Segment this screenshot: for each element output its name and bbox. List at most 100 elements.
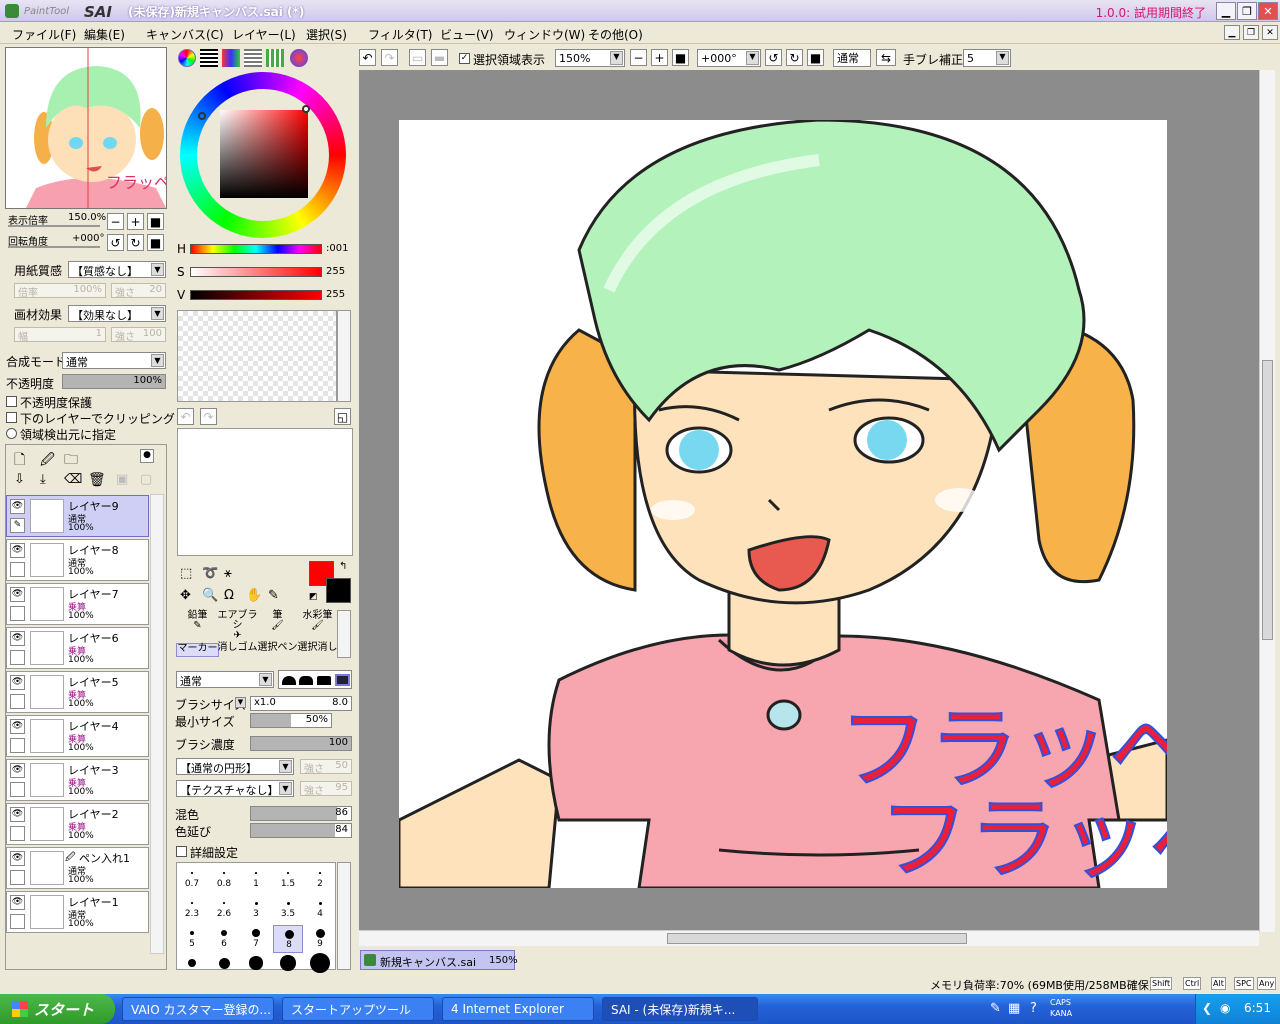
layer-lock-toggle[interactable] [10, 738, 25, 753]
layer-lock-toggle[interactable] [10, 650, 25, 665]
task-startup-tool[interactable]: スタートアップツール [282, 997, 434, 1021]
visibility-eye-icon[interactable]: 👁 [10, 543, 25, 558]
rotate-select[interactable]: +000° ▼ [697, 49, 761, 67]
layer-item[interactable]: 👁 ✎ レイヤー9 通常 100% [6, 495, 149, 537]
tray-expand-icon[interactable]: ❮ [1202, 1001, 1212, 1015]
mdi-restore-button[interactable]: ❐ [1243, 25, 1259, 40]
toolbar-zoom-out-button[interactable]: − [630, 49, 647, 66]
layer-item[interactable]: 👁 レイヤー3 乗算 100% [6, 759, 149, 801]
blend-select[interactable]: 通常 ▼ [62, 352, 166, 369]
hue-cursor-icon[interactable] [198, 112, 206, 120]
stretch-slider[interactable]: 84 [250, 823, 352, 838]
menu-other[interactable]: その他(O) [588, 26, 643, 43]
size-preset[interactable]: 3 [241, 895, 271, 923]
opacity-slider[interactable]: 100% [62, 374, 166, 389]
clipping-checkbox[interactable] [6, 412, 17, 423]
new-layer-icon[interactable]: 🗋 [14, 449, 25, 473]
effect-select[interactable]: 【効果なし】 ▼ [68, 305, 166, 322]
tool-marker[interactable]: マーカー [176, 643, 219, 657]
selection-source-radio[interactable] [6, 428, 17, 439]
secondary-color-swatch[interactable] [326, 578, 351, 603]
v-slider[interactable] [190, 290, 322, 300]
size-preset[interactable]: 8 [273, 925, 303, 953]
density-slider[interactable]: 100 [250, 736, 352, 751]
brush-texture-select[interactable]: 【テクスチャなし】 ▼ [176, 780, 294, 797]
toolbar-rotate-right-button[interactable]: ↻ [786, 49, 803, 66]
canvas-viewport[interactable]: フラッペ フラッペ [359, 70, 1259, 932]
menu-filter[interactable]: フィルタ(T) [368, 26, 432, 43]
size-preset[interactable]: 7 [241, 925, 271, 953]
zoom-select[interactable]: 150% ▼ [555, 49, 625, 67]
layer-item[interactable]: 👁 レイヤー8 通常 100% [6, 539, 149, 581]
merge-down-icon[interactable]: ⤓ [40, 472, 46, 487]
rotate-slider[interactable] [8, 246, 100, 248]
layer-lock-toggle[interactable] [10, 606, 25, 621]
layer-lock-toggle[interactable] [10, 562, 25, 577]
reset-colors-icon[interactable]: ◩ [309, 592, 318, 602]
ime-pen-icon[interactable]: ✎ [990, 1001, 1001, 1016]
mix-slider[interactable]: 86 [250, 806, 352, 821]
minimize-button[interactable]: ▁ [1216, 2, 1236, 20]
menu-view[interactable]: ビュー(V) [440, 26, 494, 43]
visibility-eye-icon[interactable]: 👁 [10, 807, 25, 822]
layer-item[interactable]: 👁 レイヤー7 乗算 100% [6, 583, 149, 625]
swap-colors-icon[interactable]: ↰ [339, 561, 347, 572]
tool-scrollbar[interactable] [337, 610, 351, 658]
size-preset[interactable]: 2 [305, 865, 335, 893]
brush-edge-selector[interactable] [278, 670, 352, 689]
size-preset[interactable]: 4 [305, 895, 335, 923]
size-preset[interactable]: 3.5 [273, 895, 303, 923]
visibility-eye-icon[interactable]: 👁 [10, 631, 25, 646]
toolbar-rotate-left-button[interactable]: ↺ [765, 49, 782, 66]
zoom-reset-button[interactable]: ■ [147, 213, 164, 230]
menu-canvas[interactable]: キャンバス(C) [146, 26, 224, 43]
select-rect-icon[interactable]: ⬚ [180, 566, 192, 581]
brush-dot-icon[interactable] [187, 958, 197, 968]
size-preset[interactable]: 2.6 [209, 895, 239, 923]
rotate-right-button[interactable]: ↻ [127, 234, 144, 251]
mdi-close-button[interactable]: ✕ [1262, 25, 1278, 40]
magic-wand-icon[interactable]: ⚹ [224, 566, 232, 581]
move-icon[interactable]: ✥ [180, 588, 191, 603]
invert-selection-button[interactable]: ▬ [431, 49, 448, 66]
swatch-area[interactable] [177, 310, 337, 402]
layer-lock-toggle[interactable] [10, 782, 25, 797]
size-preset[interactable]: 0.7 [177, 865, 207, 893]
visibility-eye-icon[interactable]: 👁 [10, 587, 25, 602]
size-preset[interactable]: 5 [177, 925, 207, 953]
size-preset[interactable]: 1.5 [273, 865, 303, 893]
canvas-artwork[interactable]: フラッペ フラッペ [399, 120, 1167, 888]
menu-file[interactable]: ファイル(F) [12, 26, 76, 43]
brush-dot-icon[interactable] [310, 953, 330, 973]
view-mode-button[interactable]: 通常 [833, 49, 871, 67]
vertical-scroll-thumb[interactable] [1262, 360, 1273, 640]
swatch-tab-icon[interactable] [266, 49, 284, 67]
navigator-preview[interactable]: フラッペ [5, 47, 167, 209]
rotate-reset-button[interactable]: ■ [147, 234, 164, 251]
brush-dot-icon[interactable] [249, 956, 263, 970]
brush-size-mult-dropdown[interactable]: ▼ [235, 697, 246, 708]
layer-lock-toggle[interactable] [10, 914, 25, 929]
menu-layer[interactable]: レイヤー(L) [232, 26, 296, 43]
layer-mask-icon[interactable]: ● [140, 449, 154, 463]
tool-brush[interactable]: 筆 🖌 [256, 611, 299, 633]
tool-pencil[interactable]: 鉛筆 ✎ [176, 611, 219, 633]
layer-lock-toggle[interactable] [10, 694, 25, 709]
visibility-eye-icon[interactable]: 👁 [10, 851, 25, 866]
size-preset[interactable]: 9 [305, 925, 335, 953]
mixer-tab-icon[interactable] [244, 49, 262, 67]
detail-settings-checkbox[interactable] [176, 846, 187, 857]
size-preset[interactable]: 0.8 [209, 865, 239, 893]
start-button[interactable]: スタート [0, 994, 115, 1024]
layer-lock-toggle[interactable] [10, 870, 25, 885]
scratchpad[interactable] [177, 428, 353, 556]
layer-item[interactable]: 👁 レイヤー1 通常 100% [6, 891, 149, 933]
tool-select-pen[interactable]: 選択ペン [256, 643, 299, 657]
mdi-minimize-button[interactable]: ▁ [1224, 25, 1240, 40]
zoom-out-button[interactable]: − [107, 213, 124, 230]
sv-cursor-icon[interactable] [302, 105, 310, 113]
layer-item[interactable]: 👁 レイヤー5 乗算 100% [6, 671, 149, 713]
visibility-eye-icon[interactable]: 👁 [10, 675, 25, 690]
undo-button[interactable]: ↶ [359, 49, 376, 66]
canvas-vertical-scrollbar[interactable] [1259, 70, 1275, 932]
